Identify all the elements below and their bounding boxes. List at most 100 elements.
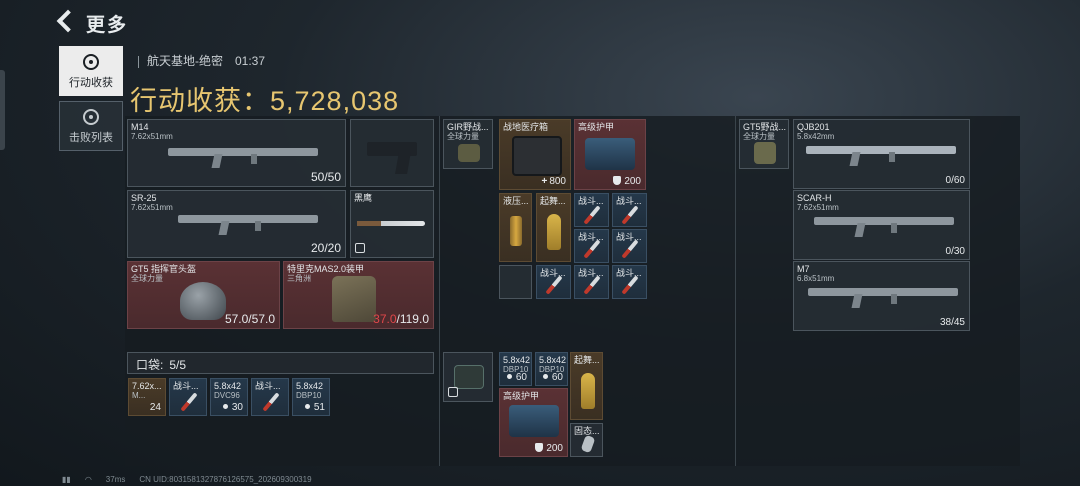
item-brand: 全球力量 [743,132,775,141]
backpack-item-syringe[interactable]: 战斗... [574,265,609,299]
weapon-qjb201[interactable]: QJB201 5.8x42mm 0/60 [793,119,970,189]
item-caliber: 5.8x42mm [797,132,835,141]
skull-icon [83,109,99,125]
item-sub: DBP10 [296,391,322,400]
backpack-item-syringe[interactable]: 战斗... [612,229,647,263]
rig-icon [754,142,776,164]
tab-kill-list[interactable]: 击败列表 [59,101,123,151]
pocket-count: 5/5 [169,358,187,372]
backpack-item-hydraulic[interactable]: 液压... [499,193,532,262]
item-name: M7 [797,264,810,274]
item-name: 5.8x42 [296,381,324,391]
item-caliber: 7.62x51mm [797,203,839,212]
item-count: 60 [506,372,527,383]
case-item-ammo[interactable]: 5.8x42 DBP10 60 [535,352,568,386]
pocket-item[interactable]: 战斗... [251,378,289,416]
map-info: 航天基地-绝密 01:37 [138,52,265,69]
helmet-icon [180,282,226,320]
back-button[interactable]: 更多 [56,9,128,37]
rifle-icon [808,288,958,304]
harvest-label: 行动收获： [130,86,270,116]
item-name: 5.8x42 [503,355,531,365]
backpack-item-medkit[interactable]: 战地医疗箱 +800 [499,119,571,190]
melee-slot[interactable]: 黑鹰 [350,190,434,258]
secure-case-slot[interactable] [443,352,493,402]
case-item-ammo[interactable]: 5.8x42 DBP10 60 [499,352,532,386]
syringe-icon [545,275,563,295]
lock-icon [355,243,365,253]
item-name: GT5 指挥官头盔 [131,264,197,274]
tab-label: 行动收获 [69,77,113,89]
item-name: GT5野战... [743,122,787,132]
item-count: 200 [535,443,563,454]
durability-max: /119.0 [396,312,429,326]
weapon-scar-h[interactable]: SCAR-H 7.62x51mm 0/30 [793,190,970,260]
shield-icon [613,176,622,185]
ammo-dot-icon [304,404,310,409]
side-handle[interactable] [0,70,5,150]
backpack-empty-slot[interactable] [499,265,532,299]
backpack-item-dancer[interactable]: 起舞... [536,193,571,262]
backpack-item-syringe[interactable]: 战斗... [536,265,571,299]
item-name: 战斗... [578,196,604,206]
chest-rig-slot[interactable]: GIR野战... 全球力量 [443,119,493,169]
sidearm-slot[interactable] [350,119,434,187]
knife-icon [357,221,425,226]
item-sub: M... [132,391,146,400]
syringe-icon [262,392,280,412]
weapon-m7[interactable]: M7 6.8x51mm 38/45 [793,261,970,331]
weapon-slot-m14[interactable]: M14 7.62x51mm 50/50 [127,119,346,187]
case-icon [454,365,484,389]
medkit-icon [512,136,562,176]
case-item-small[interactable]: 固态... [570,423,603,457]
backpack-item-syringe[interactable]: 战斗... [574,229,609,263]
helmet-slot[interactable]: GT5 指挥官头盔 全球力量 57.0/57.0 [127,261,280,329]
item-name: GIR野战... [447,122,489,132]
case-item-dancer[interactable]: 起舞... [570,352,603,420]
item-name: M14 [131,122,149,132]
shield-icon [535,443,544,452]
pocket-item[interactable]: 战斗... [169,378,207,416]
pocket-item[interactable]: 7.62x... M... 24 [128,378,166,416]
case-item-armor-plate[interactable]: 高级护甲 200 [499,388,568,457]
pocket-header: 口袋: 5/5 [127,352,434,374]
ammo-count: 0/60 [945,175,965,186]
tab-action-harvest[interactable]: 行动收获 [59,46,123,96]
item-name: SCAR-H [797,193,832,203]
pocket-label: 口袋: [136,358,164,372]
syringe-icon [180,392,198,412]
battery-icon: ▮▮ [62,475,71,484]
syringe-icon [583,239,601,259]
divider [138,55,139,68]
wifi-icon: ◠ [84,475,92,484]
ammo-dot-icon [542,374,548,379]
rig-slot[interactable]: GT5野战... 全球力量 [739,119,789,169]
durability-current: 37.0 [373,312,397,326]
item-brand: 三角洲 [287,274,311,283]
backpack-item-syringe[interactable]: 战斗... [612,265,647,299]
armor-slot[interactable]: 特里克MAS2.0装甲 三角洲 37.0/119.0 [283,261,434,329]
user-uid: CN UID:80315813278761265​75_202609300319 [139,475,312,484]
item-caliber: 7.62x51mm [131,203,173,212]
ammo-count: 50/50 [310,170,341,184]
ping: 37ms [105,475,126,484]
rifle-icon [168,148,318,164]
statue-icon [581,373,595,409]
pocket-item[interactable]: 5.8x42 DBP10 51 [292,378,330,416]
statue-icon [547,214,561,250]
divider [735,116,736,466]
pocket-item[interactable]: 5.8x42 DVC96 30 [210,378,248,416]
backpack-item-syringe[interactable]: 战斗... [612,193,647,227]
item-count: +800 [541,176,566,187]
item-caliber: 7.62x51mm [131,132,173,141]
backpack-item-syringe[interactable]: 战斗... [574,193,609,227]
item-name: SR-25 [131,193,157,203]
item-sub: DVC96 [214,391,240,400]
ammo-dot-icon [222,404,228,409]
syringe-icon [583,275,601,295]
drive-icon [580,434,596,454]
divider [439,116,440,466]
backpack-item-armor-plate[interactable]: 高级护甲 200 [574,119,646,190]
weapon-slot-sr25[interactable]: SR-25 7.62x51mm 20/20 [127,190,346,258]
item-name: 战斗... [616,196,642,206]
